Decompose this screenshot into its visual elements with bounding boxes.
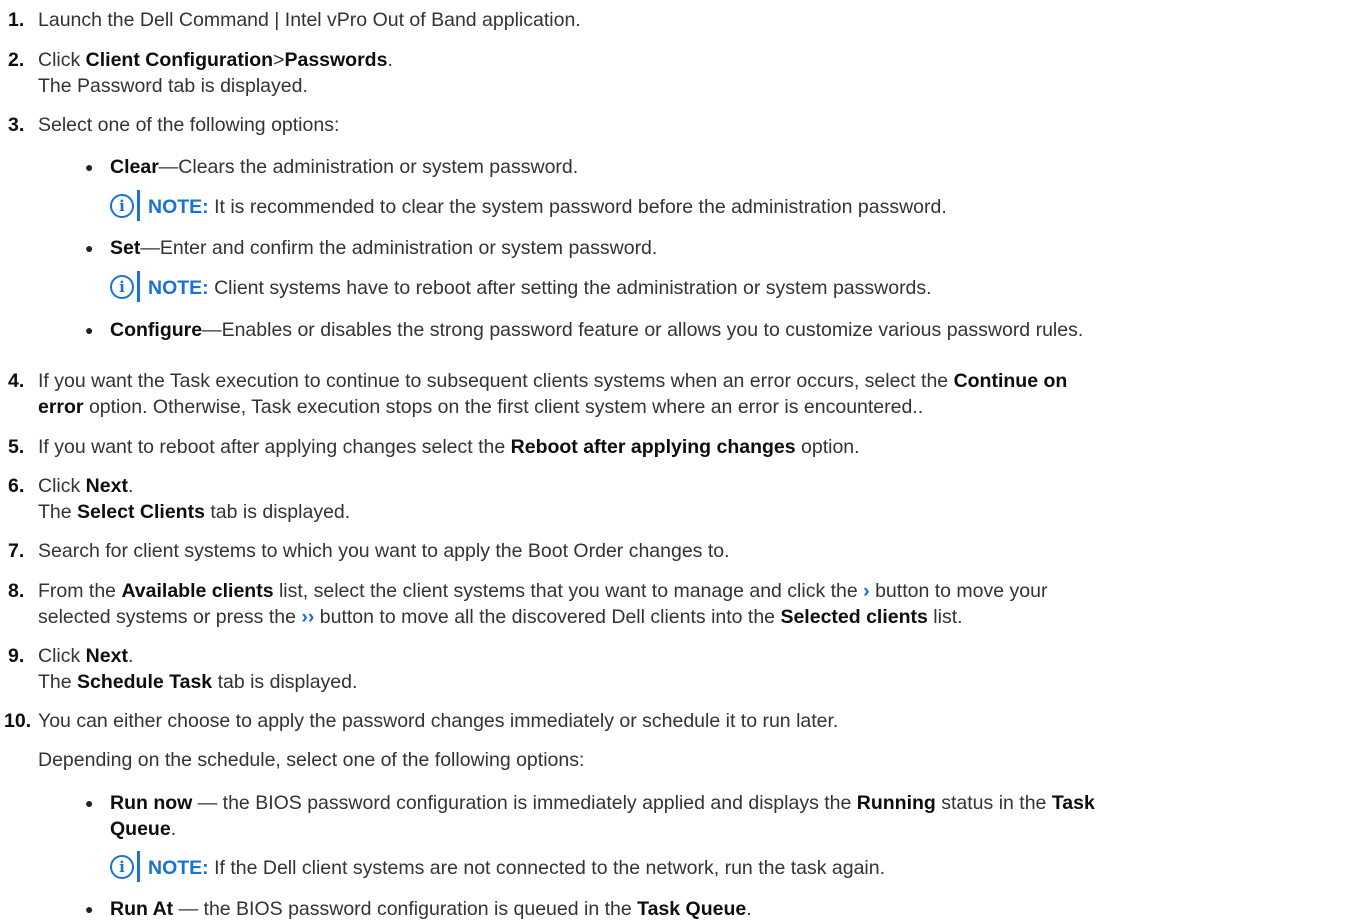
note-divider bbox=[137, 851, 140, 882]
info-icon: i bbox=[110, 855, 134, 879]
info-icon: i bbox=[110, 275, 134, 299]
step-10-cont: Depending on the schedule, select one of… bbox=[38, 749, 585, 771]
step-9-result: The Schedule Task tab is displayed. bbox=[38, 671, 358, 693]
step-8-cont: selected systems or press the ›› button … bbox=[38, 606, 963, 628]
bullet: ● bbox=[85, 322, 94, 338]
step-text: Select one of the following options: bbox=[38, 114, 340, 136]
step-text: Launch the Dell Command | Intel vPro Out… bbox=[38, 9, 581, 31]
step-text: You can either choose to apply the passw… bbox=[38, 710, 839, 732]
note-divider bbox=[137, 271, 140, 302]
step-text: Click Client Configuration>Passwords. bbox=[38, 49, 393, 71]
bullet: ● bbox=[85, 240, 94, 256]
double-chevron-right-icon: ›› bbox=[301, 606, 315, 628]
step-4-cont: error option. Otherwise, Task execution … bbox=[38, 396, 924, 418]
note-divider bbox=[137, 190, 140, 221]
step-2-result: The Password tab is displayed. bbox=[38, 75, 308, 97]
info-icon: i bbox=[110, 194, 134, 218]
step-text: Search for client systems to which you w… bbox=[38, 540, 730, 562]
bullet: ● bbox=[85, 795, 94, 811]
step-number: 10. bbox=[4, 710, 32, 732]
bullet: ● bbox=[85, 901, 94, 917]
bullet: ● bbox=[85, 159, 94, 175]
step-6-result: The Select Clients tab is displayed. bbox=[38, 501, 351, 523]
option-run-now-cont: Queue. bbox=[110, 818, 177, 840]
